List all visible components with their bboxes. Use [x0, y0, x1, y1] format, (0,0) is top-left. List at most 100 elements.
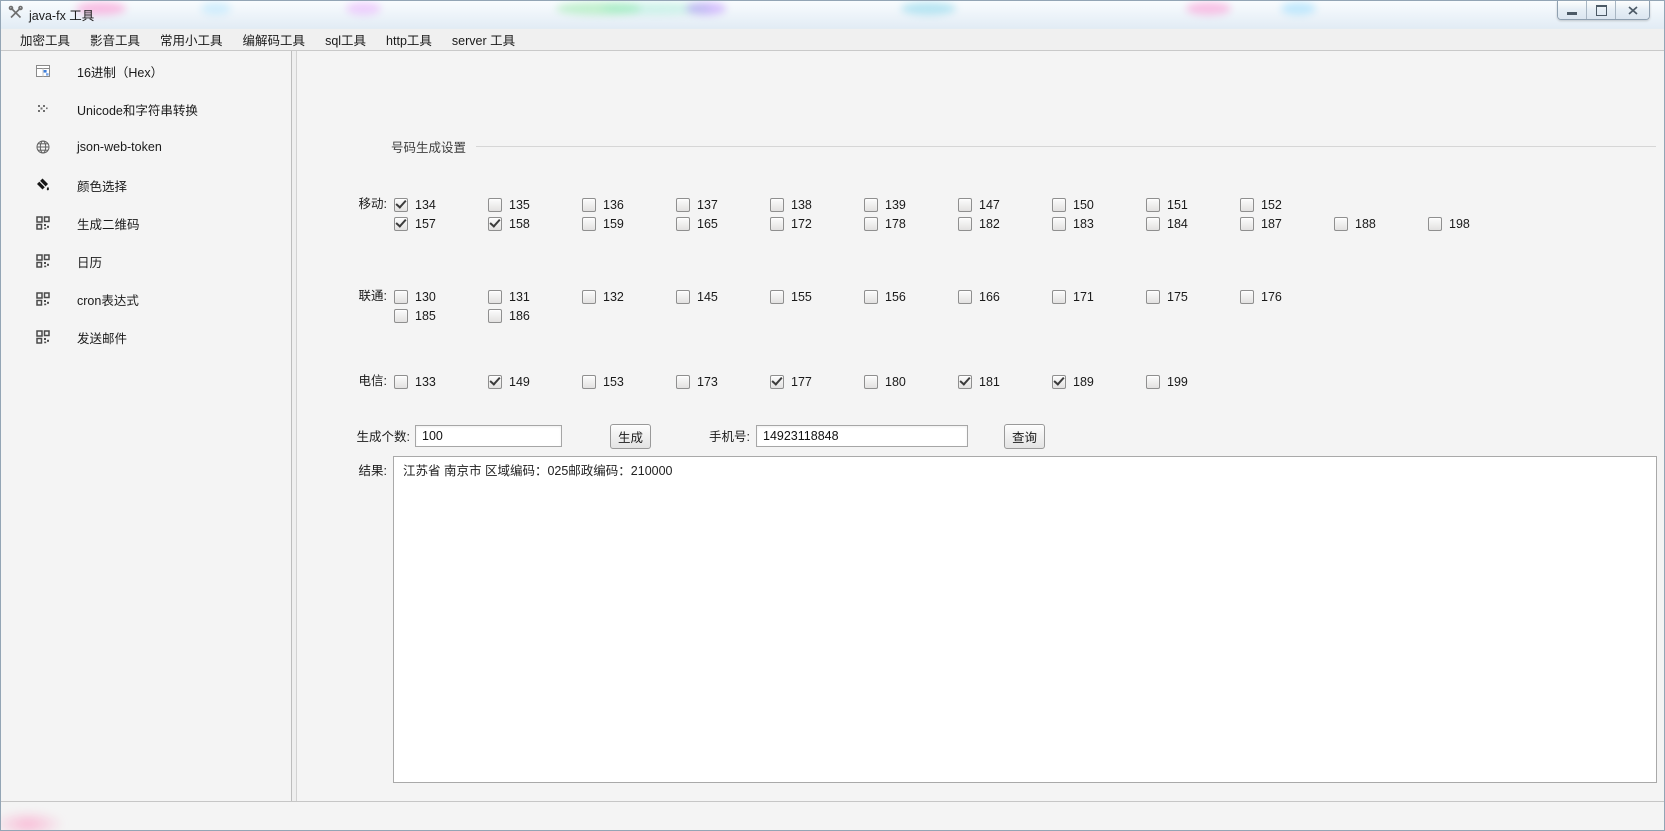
- prefix-option-133[interactable]: 133: [394, 375, 488, 389]
- menu-item[interactable]: 影音工具: [81, 28, 149, 51]
- prefix-option-176[interactable]: 176: [1240, 290, 1334, 304]
- checkbox-unchecked[interactable]: [676, 375, 690, 389]
- prefix-option-199[interactable]: 199: [1146, 375, 1240, 389]
- sidebar-item[interactable]: 生成二维码: [1, 204, 291, 242]
- prefix-option-145[interactable]: 145: [676, 290, 770, 304]
- prefix-option-181[interactable]: 181: [958, 375, 1052, 389]
- checkbox-unchecked[interactable]: [394, 309, 408, 323]
- menu-item[interactable]: 加密工具: [11, 28, 79, 51]
- generate-button[interactable]: 生成: [610, 424, 651, 449]
- prefix-option-188[interactable]: 188: [1334, 217, 1428, 231]
- checkbox-unchecked[interactable]: [1240, 198, 1254, 212]
- menu-item[interactable]: sql工具: [316, 28, 375, 51]
- prefix-option-183[interactable]: 183: [1052, 217, 1146, 231]
- sidebar-item[interactable]: 日历: [1, 242, 291, 280]
- checkbox-unchecked[interactable]: [488, 309, 502, 323]
- checkbox-unchecked[interactable]: [1052, 290, 1066, 304]
- checkbox-unchecked[interactable]: [1146, 198, 1160, 212]
- result-textarea[interactable]: 江苏省 南京市 区域编码：025邮政编码：210000: [393, 456, 1657, 783]
- prefix-option-189[interactable]: 189: [1052, 375, 1146, 389]
- prefix-option-132[interactable]: 132: [582, 290, 676, 304]
- checkbox-checked[interactable]: [488, 375, 502, 389]
- prefix-option-180[interactable]: 180: [864, 375, 958, 389]
- prefix-option-187[interactable]: 187: [1240, 217, 1334, 231]
- prefix-option-186[interactable]: 186: [488, 309, 582, 323]
- checkbox-checked[interactable]: [770, 375, 784, 389]
- menu-item[interactable]: 编解码工具: [234, 28, 315, 51]
- menu-item[interactable]: 常用小工具: [151, 28, 232, 51]
- prefix-option-184[interactable]: 184: [1146, 217, 1240, 231]
- checkbox-unchecked[interactable]: [1146, 375, 1160, 389]
- prefix-option-159[interactable]: 159: [582, 217, 676, 231]
- close-button[interactable]: [1616, 1, 1649, 19]
- prefix-option-173[interactable]: 173: [676, 375, 770, 389]
- prefix-option-131[interactable]: 131: [488, 290, 582, 304]
- checkbox-unchecked[interactable]: [488, 290, 502, 304]
- prefix-option-171[interactable]: 171: [1052, 290, 1146, 304]
- sidebar-item[interactable]: cron表达式: [1, 280, 291, 318]
- prefix-option-198[interactable]: 198: [1428, 217, 1522, 231]
- checkbox-checked[interactable]: [958, 375, 972, 389]
- checkbox-unchecked[interactable]: [1146, 217, 1160, 231]
- phone-number-input[interactable]: [756, 425, 968, 447]
- prefix-option-175[interactable]: 175: [1146, 290, 1240, 304]
- checkbox-unchecked[interactable]: [676, 198, 690, 212]
- prefix-option-137[interactable]: 137: [676, 198, 770, 212]
- menu-item[interactable]: http工具: [377, 28, 441, 51]
- prefix-option-134[interactable]: 134: [394, 198, 488, 212]
- checkbox-unchecked[interactable]: [582, 217, 596, 231]
- prefix-option-178[interactable]: 178: [864, 217, 958, 231]
- checkbox-unchecked[interactable]: [864, 290, 878, 304]
- prefix-option-185[interactable]: 185: [394, 309, 488, 323]
- checkbox-unchecked[interactable]: [488, 198, 502, 212]
- checkbox-unchecked[interactable]: [1146, 290, 1160, 304]
- checkbox-unchecked[interactable]: [864, 375, 878, 389]
- checkbox-unchecked[interactable]: [1240, 217, 1254, 231]
- prefix-option-151[interactable]: 151: [1146, 198, 1240, 212]
- prefix-option-150[interactable]: 150: [1052, 198, 1146, 212]
- prefix-option-182[interactable]: 182: [958, 217, 1052, 231]
- checkbox-unchecked[interactable]: [864, 217, 878, 231]
- checkbox-unchecked[interactable]: [958, 217, 972, 231]
- checkbox-unchecked[interactable]: [394, 375, 408, 389]
- query-button[interactable]: 查询: [1004, 424, 1045, 449]
- checkbox-unchecked[interactable]: [1240, 290, 1254, 304]
- checkbox-unchecked[interactable]: [770, 198, 784, 212]
- sidebar-item[interactable]: Unicode和字符串转换: [1, 90, 291, 128]
- checkbox-unchecked[interactable]: [582, 290, 596, 304]
- menu-item[interactable]: server 工具: [443, 28, 524, 51]
- checkbox-checked[interactable]: [394, 198, 408, 212]
- prefix-option-172[interactable]: 172: [770, 217, 864, 231]
- prefix-option-130[interactable]: 130: [394, 290, 488, 304]
- generate-count-input[interactable]: [415, 425, 562, 447]
- checkbox-unchecked[interactable]: [770, 290, 784, 304]
- prefix-option-135[interactable]: 135: [488, 198, 582, 212]
- checkbox-unchecked[interactable]: [958, 290, 972, 304]
- checkbox-checked[interactable]: [394, 217, 408, 231]
- checkbox-unchecked[interactable]: [1052, 217, 1066, 231]
- sidebar-item[interactable]: 颜色选择: [1, 166, 291, 204]
- prefix-option-153[interactable]: 153: [582, 375, 676, 389]
- prefix-option-177[interactable]: 177: [770, 375, 864, 389]
- prefix-option-139[interactable]: 139: [864, 198, 958, 212]
- checkbox-checked[interactable]: [1052, 375, 1066, 389]
- checkbox-unchecked[interactable]: [676, 290, 690, 304]
- checkbox-unchecked[interactable]: [958, 198, 972, 212]
- prefix-option-157[interactable]: 157: [394, 217, 488, 231]
- minimize-button[interactable]: [1558, 1, 1587, 19]
- prefix-option-166[interactable]: 166: [958, 290, 1052, 304]
- prefix-option-138[interactable]: 138: [770, 198, 864, 212]
- checkbox-unchecked[interactable]: [864, 198, 878, 212]
- prefix-option-149[interactable]: 149: [488, 375, 582, 389]
- prefix-option-165[interactable]: 165: [676, 217, 770, 231]
- prefix-option-136[interactable]: 136: [582, 198, 676, 212]
- sidebar-item[interactable]: json-web-token: [1, 128, 291, 166]
- prefix-option-155[interactable]: 155: [770, 290, 864, 304]
- checkbox-unchecked[interactable]: [582, 375, 596, 389]
- sidebar-item[interactable]: 发送邮件: [1, 318, 291, 356]
- prefix-option-156[interactable]: 156: [864, 290, 958, 304]
- checkbox-checked[interactable]: [488, 217, 502, 231]
- checkbox-unchecked[interactable]: [1334, 217, 1348, 231]
- checkbox-unchecked[interactable]: [676, 217, 690, 231]
- prefix-option-147[interactable]: 147: [958, 198, 1052, 212]
